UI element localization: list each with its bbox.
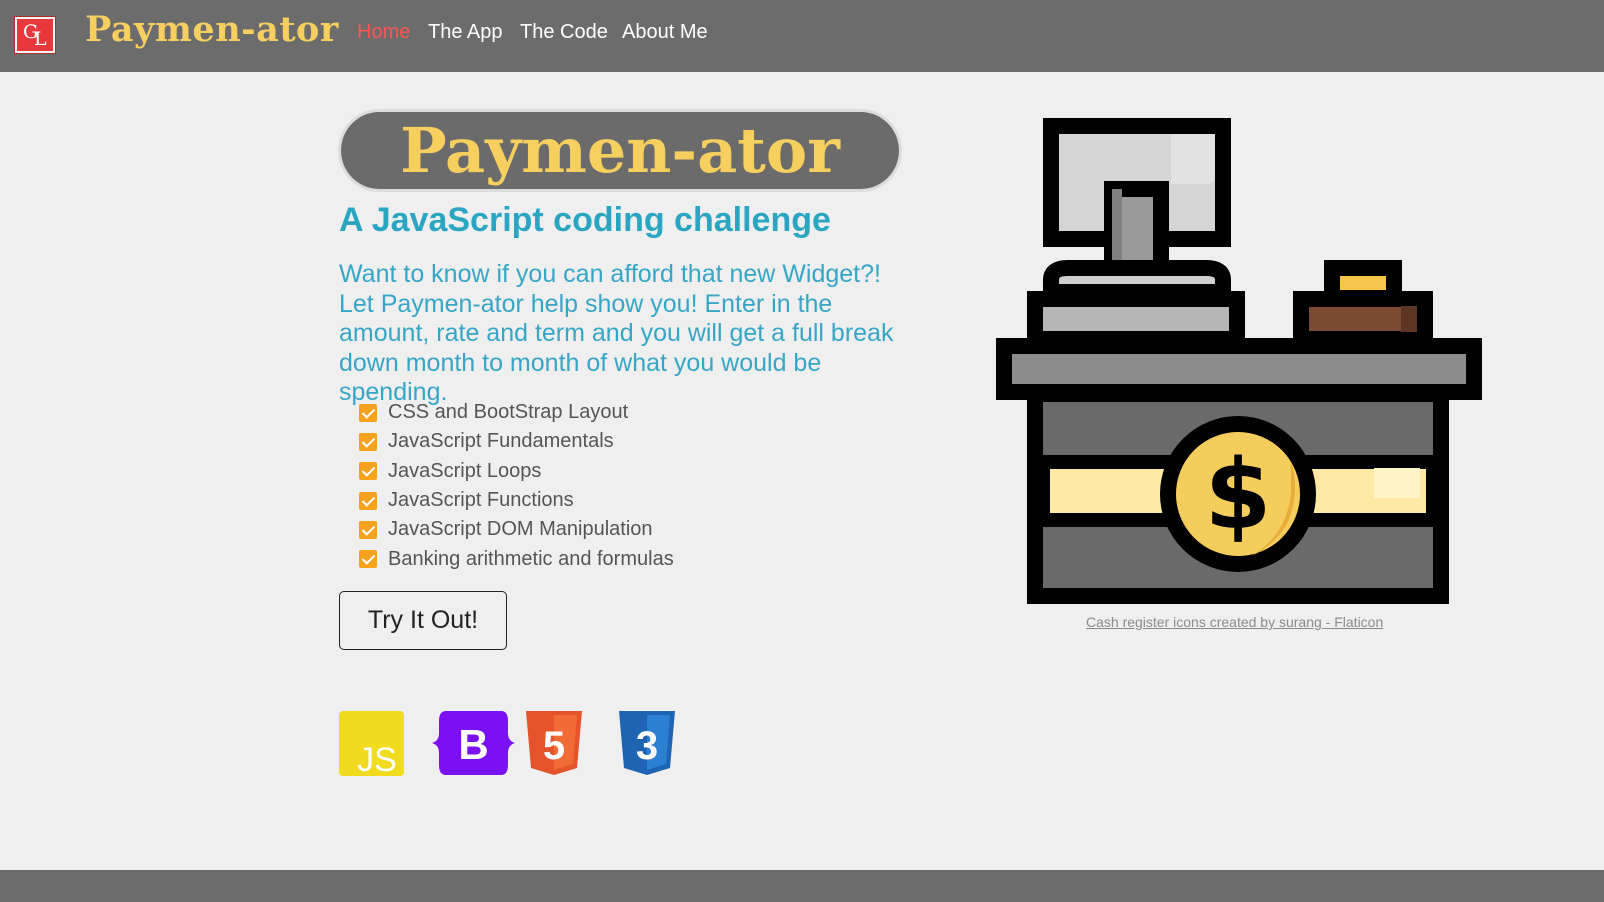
html5-icon-text: 5 — [543, 724, 565, 768]
feature-item: Banking arithmetic and formulas — [359, 544, 674, 573]
feature-label: JavaScript Fundamentals — [388, 430, 614, 453]
navbar: G L Paymen-ator Home The App The Code Ab… — [0, 0, 1604, 72]
feature-item: JavaScript Functions — [359, 486, 674, 515]
brand-name[interactable]: Paymen-ator — [85, 9, 339, 50]
nav-link-about-me[interactable]: About Me — [622, 21, 708, 44]
nav-link-the-code[interactable]: The Code — [520, 21, 608, 44]
checkbox-icon — [359, 520, 377, 539]
feature-label: CSS and BootStrap Layout — [388, 401, 629, 424]
footer — [0, 870, 1604, 902]
feature-item: CSS and BootStrap Layout — [359, 398, 674, 427]
brand-logo-letter-l: L — [34, 28, 47, 50]
css3-icon: 3 — [619, 711, 675, 775]
icon-credit-link[interactable]: Cash register icons created by surang - … — [1086, 614, 1383, 630]
css3-icon-text: 3 — [636, 724, 658, 768]
hero-subtitle: A JavaScript coding challenge — [339, 201, 831, 239]
checkbox-icon — [359, 403, 377, 422]
html5-icon: 5 — [526, 711, 582, 775]
brand-logo[interactable]: G L — [15, 17, 55, 53]
feature-label: Banking arithmetic and formulas — [388, 547, 674, 570]
try-it-out-button[interactable]: Try It Out! — [339, 591, 507, 650]
feature-label: JavaScript Loops — [388, 459, 542, 482]
feature-item: JavaScript Loops — [359, 457, 674, 486]
cash-register-icon: $ — [996, 118, 1482, 604]
hero-description: Want to know if you can afford that new … — [339, 260, 894, 406]
hero-title-banner: Paymen-ator — [341, 112, 899, 189]
feature-label: JavaScript Functions — [388, 489, 574, 512]
hero-title: Paymen-ator — [400, 114, 840, 187]
checkbox-icon — [359, 491, 377, 510]
bootstrap-icon-text: B — [458, 721, 488, 768]
checkbox-icon — [359, 462, 377, 481]
dollar-sign-icon: $ — [1205, 439, 1272, 551]
nav-link-home[interactable]: Home — [357, 21, 410, 44]
feature-item: JavaScript DOM Manipulation — [359, 515, 674, 544]
checkbox-icon — [359, 432, 377, 451]
feature-label: JavaScript DOM Manipulation — [388, 518, 653, 541]
feature-item: JavaScript Fundamentals — [359, 427, 674, 456]
feature-list: CSS and BootStrap Layout JavaScript Fund… — [359, 398, 674, 574]
javascript-icon-text: JS — [357, 741, 397, 776]
checkbox-icon — [359, 550, 377, 569]
bootstrap-icon: B — [432, 711, 515, 775]
nav-link-the-app[interactable]: The App — [428, 21, 503, 44]
javascript-icon: JS — [339, 711, 404, 776]
